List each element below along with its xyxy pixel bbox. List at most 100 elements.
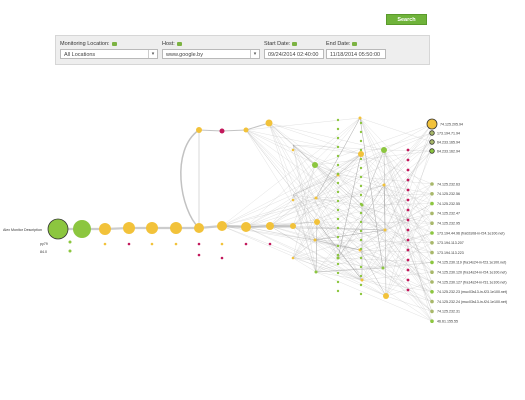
graph-node[interactable]: [358, 151, 364, 157]
graph-node[interactable]: [220, 242, 224, 246]
graph-node[interactable]: [197, 242, 201, 246]
graph-node[interactable]: [336, 199, 340, 203]
graph-node[interactable]: [359, 265, 363, 269]
graph-node[interactable]: [359, 139, 363, 143]
graph-node[interactable]: [360, 278, 364, 282]
graph-node[interactable]: [406, 248, 410, 252]
graph-node[interactable]: [430, 221, 434, 225]
graph-node[interactable]: [68, 249, 72, 253]
graph-node[interactable]: [359, 211, 363, 215]
graph-node[interactable]: [383, 293, 389, 299]
graph-node[interactable]: [359, 238, 363, 242]
graph-node[interactable]: [265, 119, 273, 127]
graph-node[interactable]: [68, 240, 72, 244]
graph-node[interactable]: [336, 271, 340, 275]
graph-node[interactable]: [336, 208, 340, 212]
graph-node[interactable]: [430, 241, 434, 245]
graph-node[interactable]: [314, 270, 318, 274]
graph-node[interactable]: [336, 262, 340, 266]
graph-node[interactable]: [358, 116, 362, 120]
graph-node[interactable]: [406, 198, 410, 202]
graph-node[interactable]: [336, 154, 340, 158]
graph-node[interactable]: [99, 223, 111, 235]
graph-node[interactable]: [430, 250, 434, 255]
graph-node[interactable]: [406, 188, 410, 192]
graph-node[interactable]: [426, 118, 438, 130]
graph-node[interactable]: [174, 242, 178, 246]
graph-node[interactable]: [196, 127, 202, 133]
graph-node[interactable]: [314, 196, 318, 200]
graph-node[interactable]: [123, 222, 135, 234]
graph-node[interactable]: [359, 247, 363, 251]
graph-node[interactable]: [313, 238, 317, 242]
graph-node[interactable]: [382, 183, 386, 187]
graph-node[interactable]: [359, 148, 363, 152]
graph-node[interactable]: [359, 166, 363, 170]
graph-node[interactable]: [406, 288, 410, 292]
graph-node[interactable]: [430, 299, 434, 304]
graph-node[interactable]: [359, 175, 363, 179]
graph-node[interactable]: [430, 280, 434, 284]
graph-node[interactable]: [241, 222, 251, 232]
graph-node[interactable]: [103, 242, 107, 246]
graph-node[interactable]: [430, 211, 434, 216]
graph-node[interactable]: [266, 222, 274, 230]
graph-node[interactable]: [429, 139, 435, 145]
graph-node[interactable]: [359, 130, 363, 134]
graph-node[interactable]: [336, 145, 340, 149]
graph-node[interactable]: [336, 226, 340, 230]
graph-node[interactable]: [359, 256, 363, 260]
graph-node[interactable]: [336, 289, 340, 293]
graph-node[interactable]: [406, 218, 410, 222]
graph-node[interactable]: [430, 192, 434, 196]
graph-node[interactable]: [430, 270, 434, 275]
graph-node[interactable]: [359, 157, 363, 161]
graph-node[interactable]: [150, 242, 154, 246]
graph-node[interactable]: [73, 220, 91, 238]
graph-node[interactable]: [359, 184, 363, 188]
graph-node[interactable]: [336, 253, 340, 257]
graph-node[interactable]: [336, 181, 340, 185]
graph-node[interactable]: [430, 290, 434, 294]
graph-node[interactable]: [291, 148, 295, 152]
graph-node[interactable]: [359, 202, 363, 206]
graph-node[interactable]: [359, 121, 363, 125]
graph-node[interactable]: [406, 158, 410, 162]
graph-node[interactable]: [336, 127, 340, 131]
graph-node[interactable]: [381, 266, 385, 270]
graph-node[interactable]: [268, 242, 272, 246]
graph-node[interactable]: [336, 244, 340, 248]
graph-node[interactable]: [359, 274, 363, 278]
graph-node[interactable]: [359, 229, 363, 233]
graph-node[interactable]: [336, 280, 340, 284]
graph-node[interactable]: [194, 223, 204, 233]
graph-node[interactable]: [406, 148, 410, 152]
graph-node[interactable]: [220, 256, 224, 260]
graph-node[interactable]: [146, 222, 158, 234]
graph-node[interactable]: [430, 231, 434, 235]
graph-node[interactable]: [359, 193, 363, 197]
graph-node[interactable]: [47, 218, 69, 240]
graph-node[interactable]: [430, 182, 434, 186]
graph-node[interactable]: [430, 260, 434, 265]
graph-node[interactable]: [243, 127, 249, 133]
graph-node[interactable]: [336, 172, 340, 176]
graph-node[interactable]: [406, 238, 410, 242]
graph-node[interactable]: [429, 130, 435, 136]
graph-node[interactable]: [336, 118, 340, 122]
graph-node[interactable]: [336, 136, 340, 140]
graph-node[interactable]: [406, 258, 410, 262]
graph-node[interactable]: [170, 222, 182, 234]
graph-node[interactable]: [336, 235, 340, 239]
graph-node[interactable]: [430, 319, 434, 324]
graph-node[interactable]: [429, 148, 435, 154]
graph-node[interactable]: [336, 163, 340, 167]
graph-node[interactable]: [406, 268, 410, 272]
graph-node[interactable]: [359, 220, 363, 224]
graph-node[interactable]: [197, 253, 201, 257]
graph-node[interactable]: [359, 292, 363, 296]
graph-node[interactable]: [217, 221, 227, 231]
graph-node[interactable]: [336, 190, 340, 194]
graph-node[interactable]: [336, 217, 340, 221]
graph-node[interactable]: [430, 201, 434, 206]
